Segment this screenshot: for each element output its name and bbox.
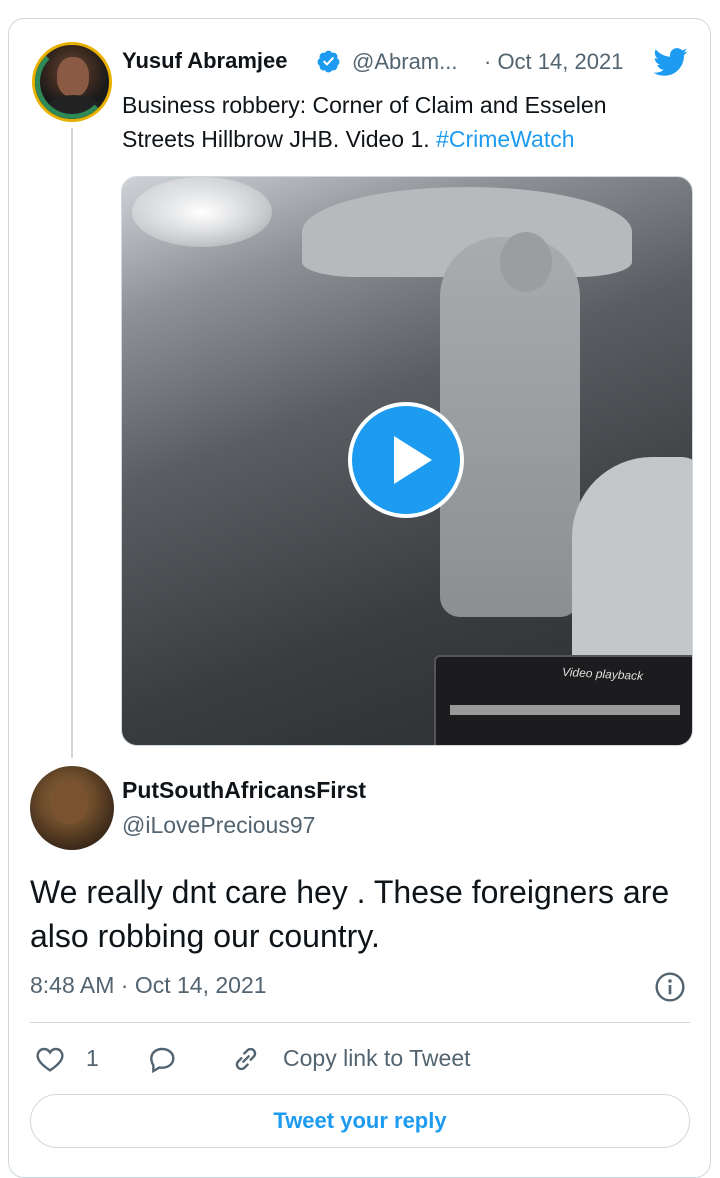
thread-connector-line (71, 128, 73, 758)
hashtag-link[interactable]: #CrimeWatch (436, 126, 574, 152)
copy-link-button[interactable]: Copy link to Tweet (283, 1045, 471, 1072)
original-tweet-date[interactable]: · Oct 14, 2021 (484, 49, 623, 75)
reply-icon[interactable] (146, 1043, 178, 1075)
tweet-your-reply-button[interactable]: Tweet your reply (30, 1094, 690, 1148)
reply-tweet-text: We really dnt care hey . These foreigner… (30, 874, 670, 954)
reply-author-handle[interactable]: @iLovePrecious97 (122, 812, 315, 839)
reply-author-name[interactable]: PutSouthAfricansFirst (122, 777, 366, 804)
original-tweet-text: Business robbery: Corner of Claim and Es… (122, 88, 682, 156)
play-button[interactable] (348, 402, 464, 518)
original-author-name[interactable]: Yusuf Abramjee (122, 48, 287, 74)
actions-divider (30, 1022, 690, 1023)
info-icon[interactable] (654, 971, 686, 1003)
original-author-avatar[interactable] (32, 42, 112, 122)
original-author-handle[interactable]: @Abram... (352, 49, 457, 75)
like-count: 1 (86, 1045, 99, 1071)
play-icon (394, 436, 432, 484)
link-icon[interactable] (230, 1043, 262, 1075)
twitter-bird-icon[interactable] (650, 44, 690, 80)
verified-badge-icon (317, 50, 340, 73)
reply-timestamp[interactable]: 8:48 AM · Oct 14, 2021 (30, 972, 267, 999)
heart-icon[interactable] (34, 1043, 66, 1075)
reply-author-avatar[interactable] (30, 766, 114, 850)
